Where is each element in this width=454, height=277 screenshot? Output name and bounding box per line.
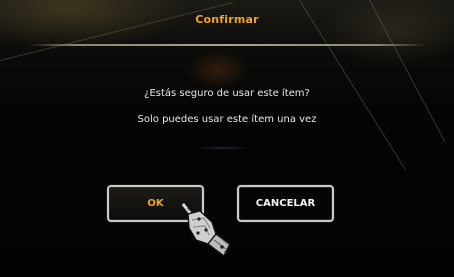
dialog-title-bar: Confirmar (0, 0, 454, 44)
usage-warning: Solo puedes usar este ítem una vez (137, 114, 317, 125)
cancel-button[interactable]: CANCELAR (237, 185, 334, 222)
background-glint (196, 146, 250, 150)
confirm-dialog: Confirmar ¿Estás seguro de usar este íte… (0, 0, 454, 277)
confirm-question: ¿Estás seguro de usar este ítem? (144, 88, 310, 99)
gauntlet-pointer-icon (180, 201, 231, 258)
title-divider (28, 44, 426, 46)
dialog-title: Confirmar (195, 13, 259, 26)
